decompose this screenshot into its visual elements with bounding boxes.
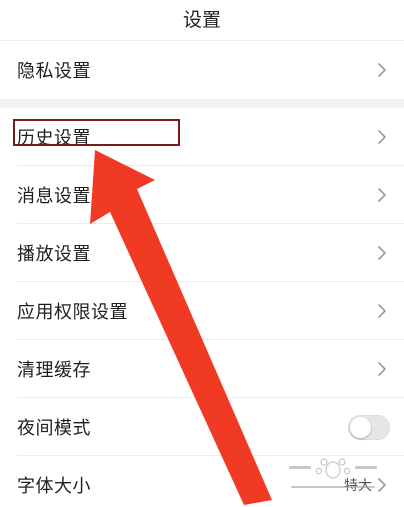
- settings-item-label: 消息设置: [17, 186, 91, 207]
- settings-item-history[interactable]: 历史设置: [0, 108, 404, 166]
- toggle-knob: [350, 417, 371, 438]
- settings-item-label: 清理缓存: [17, 360, 91, 381]
- chevron-right-icon: [378, 304, 386, 318]
- settings-screen: 设置 隐私设置 历史设置 消息设置 播放设置 应用权限设置 清理缓存 夜间模式 …: [0, 0, 404, 507]
- section-divider: [0, 99, 404, 108]
- chevron-right-icon: [378, 188, 386, 202]
- chevron-right-icon: [378, 362, 386, 376]
- settings-item-label: 字体大小: [17, 476, 91, 497]
- settings-item-night-mode: 夜间模式: [0, 398, 404, 456]
- settings-item-app-permissions[interactable]: 应用权限设置: [0, 282, 404, 340]
- header-bar: 设置: [0, 0, 404, 41]
- settings-item-label: 应用权限设置: [17, 302, 128, 323]
- chevron-right-icon: [378, 478, 386, 492]
- settings-item-privacy[interactable]: 隐私设置: [0, 41, 404, 99]
- settings-item-font-size[interactable]: 字体大小 特大: [0, 456, 404, 507]
- settings-item-playback[interactable]: 播放设置: [0, 224, 404, 282]
- font-size-value: 特大: [344, 478, 372, 494]
- settings-item-messages[interactable]: 消息设置: [0, 166, 404, 224]
- chevron-right-icon: [378, 246, 386, 260]
- settings-item-clear-cache[interactable]: 清理缓存: [0, 340, 404, 398]
- chevron-right-icon: [378, 63, 386, 77]
- chevron-right-icon: [378, 130, 386, 144]
- settings-item-label: 历史设置: [17, 128, 91, 149]
- page-title: 设置: [182, 8, 221, 31]
- settings-item-label: 播放设置: [17, 244, 91, 265]
- settings-item-label: 夜间模式: [17, 418, 91, 439]
- settings-item-label: 隐私设置: [17, 61, 91, 82]
- night-mode-toggle[interactable]: [348, 415, 390, 440]
